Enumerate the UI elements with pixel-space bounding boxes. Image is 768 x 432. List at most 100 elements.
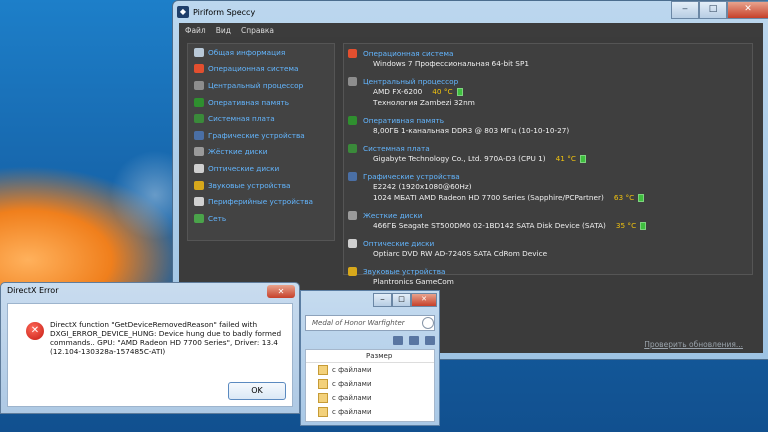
column-size[interactable]: Размер [366,350,392,362]
sidebar-item[interactable]: Системная плата [188,110,334,127]
summary-panel: Операционная система Windows 7 Профессион… [343,43,753,286]
section-value-line: 1024 МБАТI AMD Radeon HD 7700 Series (Sa… [373,192,645,203]
menu-view[interactable]: Вид [216,26,231,35]
sidebar-item-label: Центральный процессор [208,80,304,90]
section-header: Операционная система [348,49,529,58]
section-title[interactable]: Звуковые устройства [363,267,446,276]
ram-icon [348,116,357,125]
temperature-indicator-icon [456,88,463,96]
section-value-line: 8,00ГБ 1-канальная DDR3 @ 803 МГц (10-10… [373,125,569,136]
section-value: 466ГБ Seagate ST500DM0 02-1BD142 SATA Di… [373,221,606,230]
summary-section: Графические устройства E2242 (1920x1080@6… [348,172,645,203]
section-header: Графические устройства [348,172,644,181]
help-icon[interactable] [425,335,435,345]
sidebar-item[interactable]: Звуковые устройства [188,177,334,194]
minimize-button[interactable]: ‒ [671,1,699,19]
mouse-icon [194,197,204,207]
section-value: Windows 7 Профессиональная 64-bit SP1 [373,59,529,68]
section-title[interactable]: Системная плата [363,144,430,153]
section-value: 1024 МБАТI AMD Radeon HD 7700 Series (Sa… [373,193,604,202]
menu-bar: Файл Вид Справка [179,23,763,37]
file-list-header: Размер [306,350,434,363]
list-item[interactable]: с файлами [306,377,434,391]
speccy-titlebar[interactable]: ◆ Piriform Speccy [177,4,255,20]
motherboard-icon [194,114,204,124]
sidebar-item-label: Жёсткие диски [208,147,268,157]
ok-button[interactable]: OK [228,382,286,400]
section-value: Plantronics GameCom [373,277,454,286]
hdd-icon [194,147,204,157]
list-item[interactable]: с файлами [306,391,434,405]
section-header: Оперативная память [348,116,569,125]
explorer-minimize-button[interactable]: ‒ [373,293,392,307]
summary-section: Жесткие диски 466ГБ Seagate ST500DM0 02-1… [348,211,647,231]
section-value-line: Gigabyte Technology Co., Ltd. 970A-D3 (C… [373,153,587,164]
sidebar-item-label: Общая информация [208,47,286,57]
section-title[interactable]: Оптические диски [363,239,434,248]
sidebar-item-label: Сеть [208,213,227,223]
maximize-button[interactable]: □ [699,1,727,19]
disc-icon [194,163,204,173]
temperature-indicator-icon [640,222,647,230]
section-value-line: AMD FX-6200 40 °C [373,86,475,97]
section-header: Жесткие диски [348,211,646,220]
temperature-value: 63 °C [613,193,635,202]
explorer-window-controls: ‒ □ ✕ [373,293,437,307]
sidebar-item[interactable]: Оперативная память [188,94,334,111]
section-value: E2242 (1920x1080@60Hz) [373,182,472,191]
explorer-close-button[interactable]: ✕ [411,293,437,307]
temperature-indicator-icon [638,194,645,202]
sidebar-item[interactable]: Графические устройства [188,127,334,144]
sidebar-item[interactable]: Периферийные устройства [188,193,334,210]
section-header: Центральный процессор [348,77,475,86]
window-controls: ‒ □ ✕ [671,1,768,19]
section-value: Optiarc DVD RW AD-7240S SATA CdRom Devic… [373,249,548,258]
section-value: Gigabyte Technology Co., Ltd. 970A-D3 (C… [373,154,546,163]
section-header: Оптические диски [348,239,547,248]
view-icon[interactable] [393,335,403,345]
list-item[interactable]: с файлами [306,405,434,419]
section-title[interactable]: Оперативная память [363,116,444,125]
monitor-icon [194,130,204,140]
speccy-logo-icon: ◆ [177,6,189,18]
menu-help[interactable]: Справка [241,26,274,35]
explorer-maximize-button[interactable]: □ [392,293,411,307]
list-item[interactable]: с файлами [306,363,434,377]
sidebar-item[interactable]: Сеть [188,210,334,227]
temperature-value: 35 °C [615,221,637,230]
disc-icon [348,239,357,248]
sidebar-item-label: Периферийные устройства [208,197,313,207]
section-header: Системная плата [348,144,586,153]
section-value-line: Plantronics GameCom [373,276,454,287]
explorer-address-bar[interactable]: Medal of Honor Warfighter [305,315,435,331]
directx-error-dialog: DirectX Error ✕ ✕ DirectX function "GetD… [0,282,300,414]
explorer-toolbar [305,333,435,347]
section-value-line: E2242 (1920x1080@60Hz) [373,181,644,192]
summary-section: Системная плата Gigabyte Technology Co., … [348,144,587,164]
menu-file[interactable]: Файл [185,26,206,35]
section-header: Звуковые устройства [348,267,454,276]
dialog-title: DirectX Error [7,286,59,295]
section-title[interactable]: Жесткие диски [363,211,423,220]
section-value: Технология Zambezi 32nm [373,98,475,107]
cpu-icon [348,77,357,86]
sidebar-item[interactable]: Общая информация [188,44,334,61]
section-title[interactable]: Графические устройства [363,172,460,181]
sidebar-nav: Общая информация Операционная система Цент… [187,43,335,241]
check-updates-link[interactable]: Проверить обновления... [644,340,743,349]
sidebar-item[interactable]: Жёсткие диски [188,144,334,161]
search-icon[interactable] [422,317,434,329]
sidebar-item[interactable]: Оптические диски [188,160,334,177]
temperature-value: 40 °C [432,87,453,96]
section-title[interactable]: Центральный процессор [363,77,458,86]
preview-pane-icon[interactable] [409,335,419,345]
speccy-title: Piriform Speccy [193,7,256,17]
section-title[interactable]: Операционная система [363,49,453,58]
close-button[interactable]: ✕ [727,1,768,19]
dialog-close-button[interactable]: ✕ [267,285,295,298]
sidebar-item-label: Системная плата [208,114,275,124]
sidebar-item[interactable]: Операционная система [188,61,334,78]
section-value-line: Windows 7 Профессиональная 64-bit SP1 [373,58,529,69]
sidebar-item[interactable]: Центральный процессор [188,77,334,94]
section-value-line: 466ГБ Seagate ST500DM0 02-1BD142 SATA Di… [373,220,647,231]
